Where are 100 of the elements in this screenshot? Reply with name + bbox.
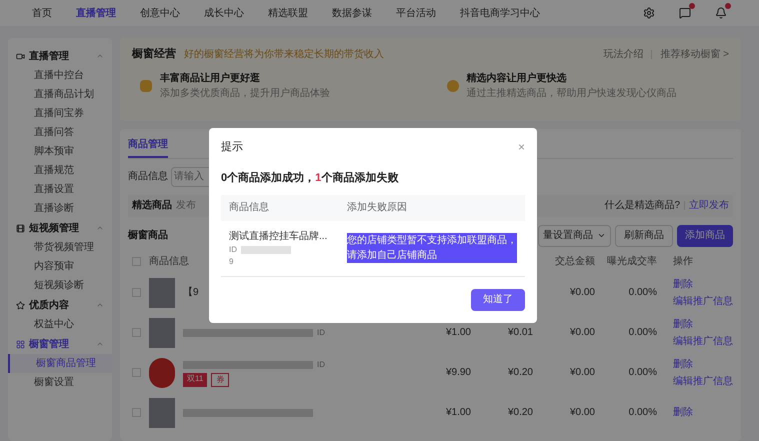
acknowledge-button[interactable]: 知道了 (471, 288, 525, 311)
fail-count: 1 (315, 172, 322, 186)
caret-icon (597, 231, 606, 240)
photo-placeholder (149, 358, 175, 388)
sidebar-item[interactable]: 短视频诊断 (8, 276, 112, 295)
nav-item[interactable]: 直播管理 (76, 6, 116, 20)
sidebar-item[interactable]: 直播设置 (8, 180, 112, 199)
product-id-label: ID (229, 244, 237, 256)
total-amount-cell-text: ¥0.00 (568, 286, 595, 300)
conversion-rate-cell-text: 0.00% (628, 366, 657, 380)
publish-link[interactable]: 立即发布 (689, 198, 729, 213)
price-cell-text: ¥1.00 (444, 406, 471, 420)
sidebar-item[interactable]: 脚本预审 (8, 142, 112, 161)
price-cell-text: ¥0.01 (506, 326, 533, 340)
success-summary: 0个商品添加成功， (221, 170, 316, 186)
feature-description: 通过主推精选商品，帮助用户快速发现心仪商品 (466, 86, 676, 100)
nav-item[interactable]: 数据参谋 (332, 6, 372, 20)
redacted-text-block (241, 246, 291, 254)
sidebar-item[interactable]: 直播诊断 (8, 199, 112, 218)
feature-icon (446, 80, 458, 92)
total-amount-cell-text: ¥0.00 (568, 326, 595, 340)
section-icon (16, 224, 25, 232)
dialog-title: 提示 (221, 140, 244, 155)
collapse-icon (96, 224, 104, 232)
checkbox[interactable] (132, 408, 141, 417)
header-link[interactable]: 推荐移动橱窗 > (660, 46, 729, 62)
message-icon (679, 7, 691, 19)
nav-item[interactable]: 平台活动 (396, 6, 436, 20)
fail-summary: 个商品添加失败 (321, 170, 398, 186)
product-id-label: ID (317, 326, 325, 338)
column-header: 交总金额 (554, 254, 595, 269)
sidebar-group-header[interactable]: 直播管理 (8, 46, 112, 66)
photo-placeholder (149, 398, 175, 428)
sidebar-group-header[interactable]: 短视频管理 (8, 218, 112, 238)
product-id-label: ID (317, 358, 325, 370)
column-header: 商品信息 (149, 254, 189, 269)
sidebar-item[interactable]: 直播规范 (8, 161, 112, 180)
action-link[interactable]: 编辑推广信息 (673, 374, 733, 388)
sidebar-item[interactable]: 直播问答 (8, 123, 112, 142)
action-link[interactable]: 删除 (673, 356, 733, 372)
action-link[interactable]: 删除 (673, 316, 733, 332)
conversion-rate-cell-text: 0.00% (628, 406, 657, 420)
add-product-button[interactable]: 添加商品 (677, 224, 733, 246)
photo-placeholder (149, 318, 175, 348)
nav-item[interactable]: 抖音电商学习中心 (460, 6, 540, 20)
photo-placeholder (149, 278, 175, 308)
total-amount-cell-text: ¥0.00 (568, 366, 595, 380)
nav-item[interactable]: 精选联盟 (268, 6, 308, 20)
close-button[interactable]: × (518, 138, 525, 156)
refresh-button[interactable]: 刷新商品 (615, 224, 673, 246)
section-heading: 橱窗商品 (128, 228, 168, 243)
nav-item[interactable]: 首页 (32, 6, 52, 20)
nav-item[interactable]: 创意中心 (140, 6, 180, 20)
sidebar-item[interactable]: 橱窗商品管理 (8, 354, 112, 373)
checkbox[interactable] (132, 368, 141, 377)
failure-reason: 您的店铺类型暂不支持添加联盟商品，请添加自己店铺商品 (347, 233, 517, 264)
feature-icon (140, 80, 152, 92)
product-name: 【9 (183, 286, 199, 300)
action-link[interactable]: 编辑推广信息 (673, 294, 733, 308)
batch-select[interactable]: 量设置商品 (538, 224, 611, 246)
feature-title: 精选内容让用户更快选 (466, 71, 568, 86)
sidebar-group-header[interactable]: 橱窗管理 (8, 334, 112, 354)
filter-label: 商品信息 (128, 170, 168, 184)
card-title: 橱窗经营 (132, 46, 176, 62)
help-question: 什么是精选商品? (604, 198, 680, 213)
sidebar-group-header[interactable]: 优质内容 (8, 295, 112, 315)
column-header: 曝光成交率 (606, 254, 657, 269)
conversion-rate-cell-text: 0.00% (628, 286, 657, 300)
featured-label: 精选商品 (132, 198, 172, 213)
sidebar-item[interactable]: 直播中控台 (8, 66, 112, 85)
sidebar-item[interactable]: 直播商品计划 (8, 85, 112, 104)
checkbox[interactable] (132, 328, 141, 337)
price-cell-text: ¥0.20 (506, 366, 533, 380)
product-tag: 双11 (183, 372, 208, 386)
checkbox[interactable] (132, 288, 141, 297)
card-subtitle: 好的橱窗经营将为你带来稳定长期的带货收入 (184, 48, 384, 62)
header-link[interactable]: 玩法介绍 (603, 46, 644, 62)
sidebar-item[interactable]: 内容预审 (8, 257, 112, 276)
collapse-icon (96, 52, 104, 60)
collapse-icon (96, 340, 104, 348)
sidebar-item[interactable]: 橱窗设置 (8, 373, 112, 392)
bell-icon (715, 7, 727, 19)
section-icon (16, 300, 25, 310)
section-icon (16, 340, 25, 348)
sidebar-item[interactable]: 直播间宝券 (8, 104, 112, 123)
sidebar-item[interactable]: 权益中心 (8, 315, 112, 334)
tab[interactable]: 商品管理 (128, 136, 168, 158)
section-icon (16, 52, 25, 60)
nav-item[interactable]: 成长中心 (204, 6, 244, 20)
settings-icon[interactable] (643, 7, 655, 19)
column-header: 商品信息 (229, 200, 270, 216)
featured-description: 发布 (176, 199, 196, 213)
action-link[interactable]: 删除 (673, 276, 733, 292)
sidebar-item[interactable]: 带货视频管理 (8, 238, 112, 257)
checkbox[interactable] (132, 257, 141, 266)
price-cell-text: ¥0.20 (506, 406, 533, 420)
product-id-tail: 9 (229, 256, 234, 268)
action-link[interactable]: 编辑推广信息 (673, 334, 733, 348)
price-cell-text: ¥1.00 (444, 326, 471, 340)
action-link[interactable]: 删除 (673, 405, 693, 420)
